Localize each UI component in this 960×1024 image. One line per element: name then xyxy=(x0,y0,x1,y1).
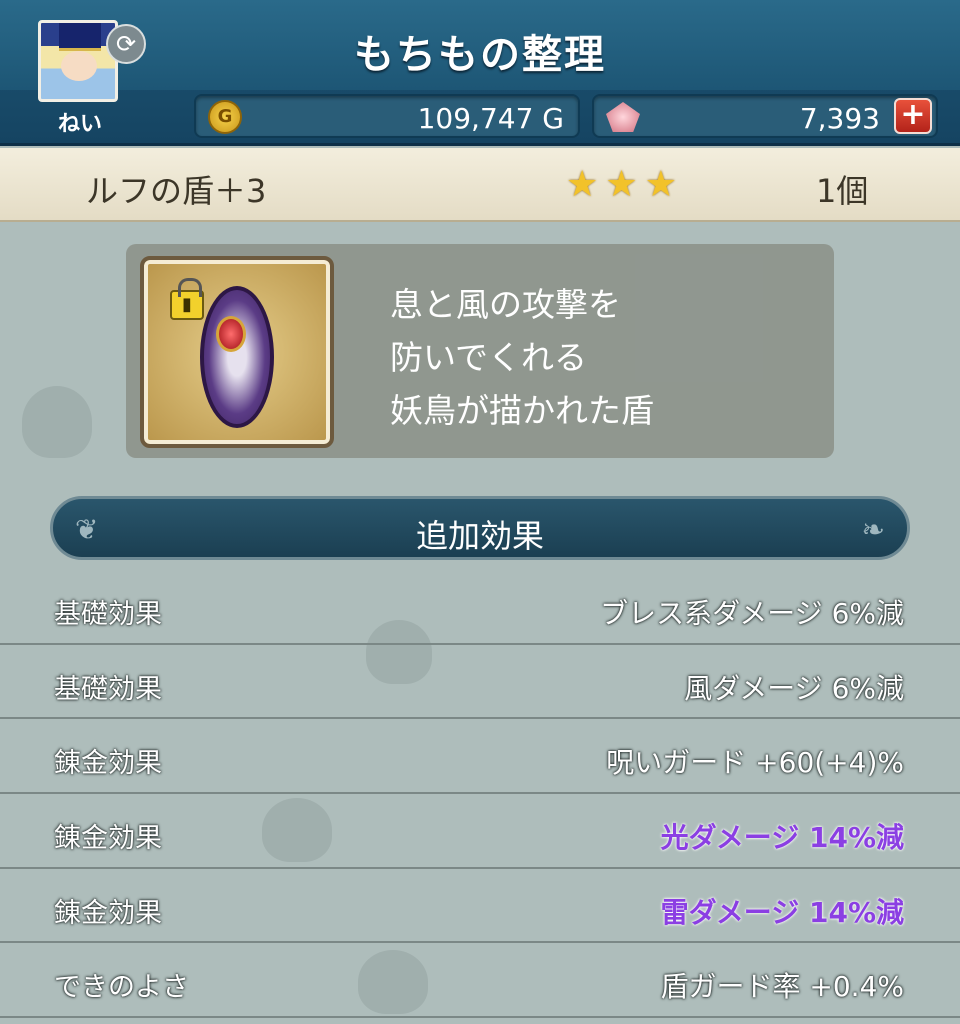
star-icon: ★ xyxy=(566,164,599,205)
header-bar: もちもの整理 ⟳ ねい G 109,747 G 7,393 + xyxy=(0,0,960,146)
effect-value: 盾ガード率 +0.4% xyxy=(660,970,905,1004)
effect-value-highlighted: 光ダメージ 14%減 xyxy=(660,821,904,855)
gold-display: G 109,747 G xyxy=(194,94,580,138)
effect-label: できのよさ xyxy=(54,972,189,1004)
description-line: 防いでくれる xyxy=(390,338,588,377)
effect-row: 錬金効果 呪いガード +60(+4)% xyxy=(0,719,960,795)
gold-coin-icon: G xyxy=(208,100,242,134)
gem-display: 7,393 + xyxy=(592,94,938,138)
lock-icon[interactable]: ▮ xyxy=(170,278,204,320)
effect-value-highlighted: 雷ダメージ 14%減 xyxy=(660,895,904,929)
character-avatar[interactable] xyxy=(38,20,118,102)
gold-value: 109,747 G xyxy=(417,102,564,135)
star-icon: ★ xyxy=(605,164,638,205)
effect-label: 基礎効果 xyxy=(54,673,162,705)
swap-icon[interactable]: ⟳ xyxy=(106,24,146,64)
star-icon: ★ xyxy=(644,164,678,205)
item-name: ルフの盾＋3 xyxy=(86,172,267,210)
character-name: ねい xyxy=(57,112,102,137)
effect-label: 錬金効果 xyxy=(54,897,162,929)
effect-label: 錬金効果 xyxy=(54,823,162,855)
additional-effects-header: ❦ 追加効果 ❧ xyxy=(50,496,910,560)
effect-label: 基礎効果 xyxy=(54,599,162,630)
gem-icon xyxy=(606,102,640,132)
avatar-face xyxy=(61,51,97,81)
effect-row: 基礎効果 風ダメージ 6%減 xyxy=(0,645,960,720)
item-description: 息と風の攻撃を 防いでくれる 妖鳥が描かれた盾 xyxy=(390,278,810,437)
add-gems-button[interactable]: + xyxy=(894,98,932,134)
effect-label: 錬金効果 xyxy=(54,748,162,780)
shield-image xyxy=(200,286,274,428)
item-count: 1個 xyxy=(816,172,869,210)
effect-row: できのよさ 盾ガード率 +0.4% xyxy=(0,943,960,1019)
avatar-hat xyxy=(59,23,101,51)
effect-row: 基礎効果 ブレス系ダメージ 6%減 xyxy=(0,570,960,645)
effect-row: 錬金効果 雷ダメージ 14%減 xyxy=(0,869,960,944)
section-title: 追加効果 xyxy=(415,517,544,555)
item-info-bar: ルフの盾＋3 ★ ★ ★ 1個 xyxy=(0,148,960,222)
effects-list: 基礎効果 ブレス系ダメージ 6%減 基礎効果 風ダメージ 6%減 錬金効果 呪い… xyxy=(0,570,960,1019)
effect-value: 呪いガード +60(+4)% xyxy=(606,746,904,780)
item-rarity-stars: ★ ★ ★ xyxy=(566,164,679,205)
description-line: 息と風の攻撃を xyxy=(390,285,621,324)
flourish-right-icon: ❧ xyxy=(861,513,885,546)
description-line: 妖鳥が描かれた盾 xyxy=(390,391,654,430)
bg-slime-decoration xyxy=(22,386,92,458)
item-image: ▮ xyxy=(140,256,334,448)
effect-value: 風ダメージ 6%減 xyxy=(684,671,904,705)
effect-row: 錬金効果 光ダメージ 14%減 xyxy=(0,794,960,869)
shield-gem xyxy=(216,316,246,352)
effect-value: ブレス系ダメージ 6%減 xyxy=(600,597,904,630)
gem-value: 7,393 xyxy=(799,102,880,135)
